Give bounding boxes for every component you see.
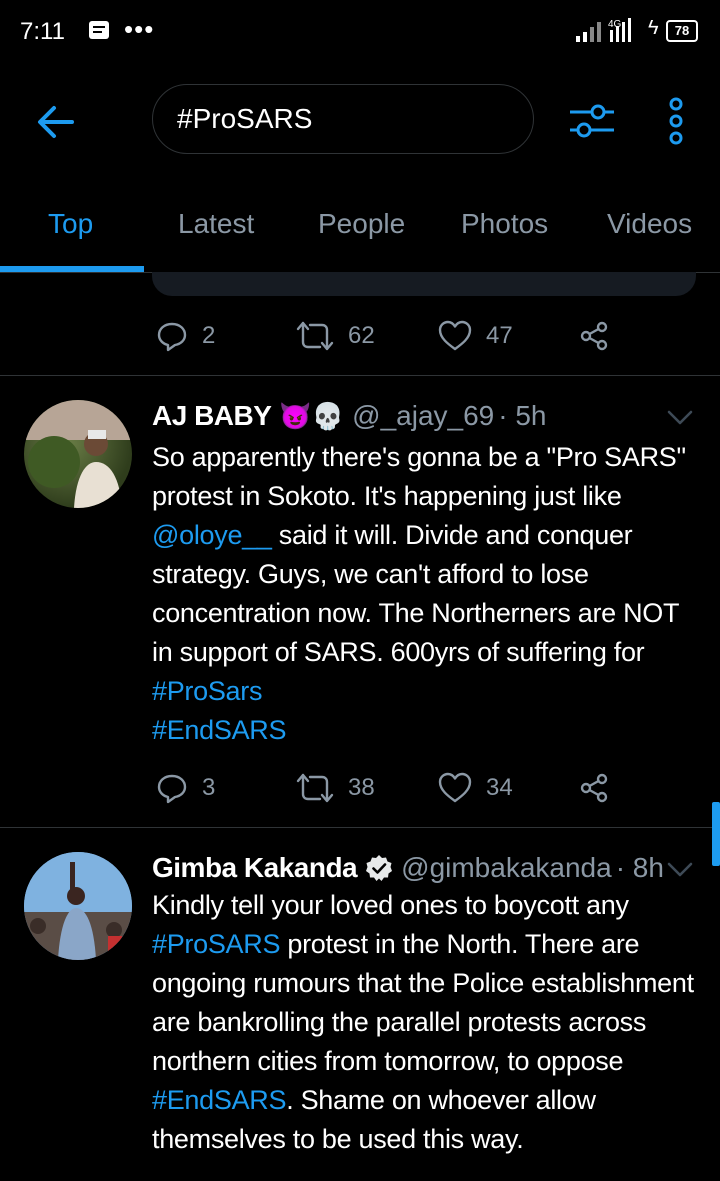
search-tabs: Top Latest People Photos Videos [0, 176, 720, 273]
back-arrow-icon[interactable] [36, 102, 76, 142]
tab-videos[interactable]: Videos [607, 208, 692, 240]
retweet-icon [296, 773, 334, 803]
tweet-time: · 8h [615, 852, 664, 883]
hashtag-link[interactable]: #EndSARS [152, 1085, 286, 1115]
tweet-text-part: Kindly tell your loved ones to boycott a… [152, 890, 629, 920]
status-bar: 7:11 ••• 4G ϟ 78 [0, 0, 720, 64]
hashtag-link[interactable]: #ProSARS [152, 929, 280, 959]
share-button[interactable] [578, 768, 610, 808]
reply-button[interactable]: 2 [156, 316, 215, 356]
chevron-down-icon[interactable] [666, 860, 694, 880]
mention-link[interactable]: @oloye__ [152, 520, 272, 550]
tweet-text: So apparently there's gonna be a "Pro SA… [152, 438, 702, 750]
search-input[interactable]: #ProSARS [152, 84, 534, 154]
tweet-header: AJ BABY 😈💀 @_ajay_69 · 5h [152, 400, 547, 432]
tweet-time: · 5h [498, 400, 547, 431]
tweet[interactable]: AJ BABY 😈💀 @_ajay_69 · 5h So apparently … [0, 376, 720, 826]
message-notification-icon [89, 21, 109, 39]
like-count: 34 [486, 774, 513, 801]
tab-photos[interactable]: Photos [461, 208, 548, 240]
author-handle[interactable]: @_ajay_69 [352, 400, 494, 432]
tab-people[interactable]: People [318, 208, 405, 240]
reply-button[interactable]: 3 [156, 768, 215, 808]
tweet-text: Kindly tell your loved ones to boycott a… [152, 886, 702, 1159]
avatar-image [24, 400, 132, 508]
reply-count: 2 [202, 322, 216, 349]
battery-level: 78 [666, 20, 698, 42]
media-card-bottom[interactable] [152, 272, 696, 296]
retweet-button[interactable]: 38 [296, 768, 375, 808]
reply-icon [157, 322, 187, 352]
active-tab-indicator [0, 266, 144, 272]
battery-indicator: ϟ 78 [648, 17, 698, 42]
verified-icon [366, 855, 393, 881]
share-icon [580, 321, 608, 351]
avatar[interactable] [24, 852, 132, 960]
retweet-count: 38 [348, 774, 375, 801]
retweet-button[interactable]: 62 [296, 316, 375, 356]
signal-icon: 4G [576, 18, 631, 42]
retweet-count: 62 [348, 322, 375, 349]
reply-icon [157, 774, 187, 804]
retweet-icon [296, 321, 334, 351]
author-handle[interactable]: @gimbakakanda [401, 852, 612, 884]
charging-icon: ϟ [648, 17, 659, 39]
status-time: 7:11 [20, 18, 65, 45]
filter-icon[interactable] [568, 98, 616, 142]
hashtag-link[interactable]: #EndSARS [152, 715, 286, 745]
chevron-down-icon[interactable] [666, 408, 694, 428]
hashtag-link[interactable]: #ProSars [152, 676, 262, 706]
author-name[interactable]: AJ BABY [152, 400, 272, 432]
reply-count: 3 [202, 774, 216, 801]
tab-top[interactable]: Top [48, 208, 93, 240]
tweet-header: Gimba Kakanda @gimbakakanda · 8h [152, 852, 664, 884]
share-button[interactable] [578, 316, 610, 356]
like-button[interactable]: 47 [438, 316, 513, 356]
avatar[interactable] [24, 400, 132, 508]
avatar-image [24, 852, 132, 960]
tweet-actions: 2 62 47 [152, 316, 632, 356]
network-type: 4G [608, 19, 622, 30]
like-icon [438, 772, 472, 803]
like-icon [438, 320, 472, 351]
more-vertical-icon[interactable] [664, 96, 688, 146]
tweet-actions: 3 38 34 [152, 768, 632, 808]
tweet-text-part: So apparently there's gonna be a "Pro SA… [152, 442, 686, 511]
search-header: #ProSARS [0, 64, 720, 176]
tweet[interactable]: Gimba Kakanda @gimbakakanda · 8h Kindly … [0, 828, 720, 1181]
name-emoji: 😈💀 [279, 400, 345, 431]
scrollbar-thumb[interactable] [712, 802, 720, 866]
share-icon [580, 773, 608, 803]
like-button[interactable]: 34 [438, 768, 513, 808]
like-count: 47 [486, 322, 513, 349]
author-name[interactable]: Gimba Kakanda [152, 852, 358, 884]
more-notifications-icon: ••• [124, 14, 155, 44]
tab-latest[interactable]: Latest [178, 208, 254, 240]
